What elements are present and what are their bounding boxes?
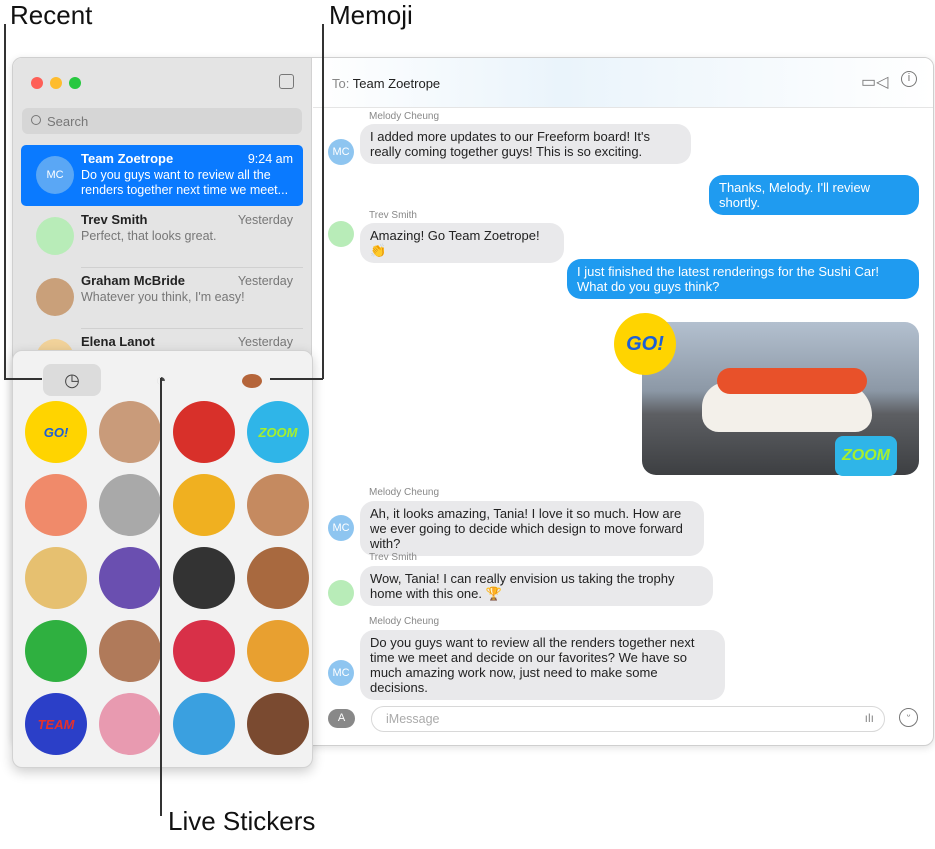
zoom-sticker: ZOOM — [835, 436, 897, 476]
sticker-race-car[interactable] — [173, 401, 235, 463]
minimize-button[interactable] — [50, 77, 62, 89]
sticker-monster-mouth[interactable] — [99, 547, 161, 609]
avatar — [36, 278, 74, 316]
conversation-preview: Do you guys want to review all the rende… — [81, 168, 289, 197]
conversation-preview: Perfect, that looks great. — [81, 229, 217, 243]
message-bubble: I just finished the latest renderings fo… — [567, 259, 919, 299]
avatar: MC — [328, 139, 354, 165]
search-input[interactable]: Search — [22, 108, 302, 134]
sticker-hot-air-balloon[interactable] — [247, 620, 309, 682]
callout-line — [270, 378, 323, 380]
callout-live-stickers: Live Stickers — [168, 806, 316, 836]
recipient-name: Team Zoetrope — [352, 76, 441, 91]
zoom-button[interactable] — [69, 77, 81, 89]
go-sticker: GO! — [614, 313, 676, 375]
search-placeholder: Search — [47, 114, 89, 129]
sticker-team[interactable]: TEAM — [25, 693, 87, 755]
sticker-recycle[interactable] — [25, 620, 87, 682]
sticker-memoji-party[interactable] — [247, 693, 309, 755]
callout-memoji: Memoji — [329, 0, 413, 30]
message-placeholder: iMessage — [386, 712, 440, 726]
emoji-icon[interactable]: ᵕ — [899, 708, 918, 727]
search-icon — [31, 115, 41, 125]
conversation-name: Elena Lanot — [81, 334, 155, 349]
recipient-field[interactable]: To: Team Zoetrope — [332, 76, 440, 91]
avatar: MC — [328, 660, 354, 686]
message-bubble: Ah, it looks amazing, Tania! I love it s… — [360, 501, 704, 556]
conversation-trev-smith[interactable]: Trev Smith Yesterday Perfect, that looks… — [21, 206, 303, 267]
sticker-popover: ◷ ◔ GO!ZOOMTEAM — [12, 350, 313, 768]
memoji-icon — [242, 374, 262, 389]
avatar — [328, 580, 354, 606]
close-button[interactable] — [31, 77, 43, 89]
sticker-cactus-cup[interactable] — [99, 693, 161, 755]
conversation-team-zoetrope[interactable]: MC Team Zoetrope 9:24 am Do you guys wan… — [21, 145, 303, 206]
info-icon[interactable]: i — [901, 71, 917, 87]
memoji-tab[interactable] — [223, 364, 281, 396]
message-input[interactable]: iMessage ılı — [371, 706, 885, 732]
sticker-checkered-flag[interactable] — [173, 547, 235, 609]
sticker-cat[interactable] — [99, 474, 161, 536]
sticker-foam-finger[interactable] — [173, 620, 235, 682]
to-label: To: — [332, 76, 350, 91]
conversation-preview: Whatever you think, I'm easy! — [81, 290, 245, 304]
sushi-car — [702, 368, 872, 432]
sticker-blue-car[interactable] — [173, 693, 235, 755]
sender-name: Melody Cheung — [369, 616, 440, 627]
conversation-header: To: Team Zoetrope ▭◁ i — [313, 58, 933, 108]
recent-tab[interactable]: ◷ — [43, 364, 101, 396]
conversation-name: Team Zoetrope — [81, 151, 174, 166]
sticker-memoji-sunglasses[interactable] — [25, 547, 87, 609]
compose-icon[interactable] — [279, 74, 294, 89]
sticker-sushi[interactable] — [25, 474, 87, 536]
sender-name: Melody Cheung — [369, 487, 440, 498]
clock-icon: ◷ — [64, 370, 80, 390]
conversation-time: Yesterday — [237, 213, 293, 227]
callout-line — [4, 378, 42, 380]
avatar: MC — [328, 515, 354, 541]
sticker-memoji-heart-eyes[interactable] — [247, 547, 309, 609]
sticker-go[interactable]: GO! — [25, 401, 87, 463]
sticker-memoji-kiss[interactable] — [247, 474, 309, 536]
avatar: MC — [36, 156, 74, 194]
sender-name: Melody Cheung — [369, 111, 440, 122]
sticker-memoji-heart-hands[interactable] — [99, 620, 161, 682]
conversation-time: Yesterday — [237, 274, 293, 288]
sticker-flame-car[interactable] — [173, 474, 235, 536]
message-bubble: Thanks, Melody. I'll review shortly. — [709, 175, 919, 215]
avatar — [328, 221, 354, 247]
conversation-time: 9:24 am — [247, 152, 293, 166]
message-bubble: Wow, Tania! I can really envision us tak… — [360, 566, 713, 606]
sender-name: Trev Smith — [369, 210, 417, 221]
conversation-name: Graham McBride — [81, 273, 186, 288]
app-store-icon[interactable]: A — [328, 709, 355, 728]
video-call-icon[interactable]: ▭◁ — [861, 72, 888, 92]
callout-line — [160, 378, 162, 816]
message-bubble: I added more updates to our Freeform boa… — [360, 124, 691, 164]
sticker-zoom[interactable]: ZOOM — [247, 401, 309, 463]
conversation-graham-mcbride[interactable]: Graham McBride Yesterday Whatever you th… — [21, 267, 303, 328]
sender-name: Trev Smith — [369, 552, 417, 563]
conversation-time: Yesterday — [237, 335, 293, 349]
callout-recent: Recent — [10, 0, 93, 30]
avatar — [36, 217, 74, 255]
sticker-memoji-mindblown[interactable] — [99, 401, 161, 463]
conversation-name: Trev Smith — [81, 212, 148, 227]
audio-waveform-icon[interactable]: ılı — [865, 711, 874, 725]
message-bubble: Do you guys want to review all the rende… — [360, 630, 725, 700]
callout-line — [322, 24, 324, 379]
callout-line — [4, 24, 6, 379]
message-bubble: Amazing! Go Team Zoetrope! 👏 — [360, 223, 564, 263]
